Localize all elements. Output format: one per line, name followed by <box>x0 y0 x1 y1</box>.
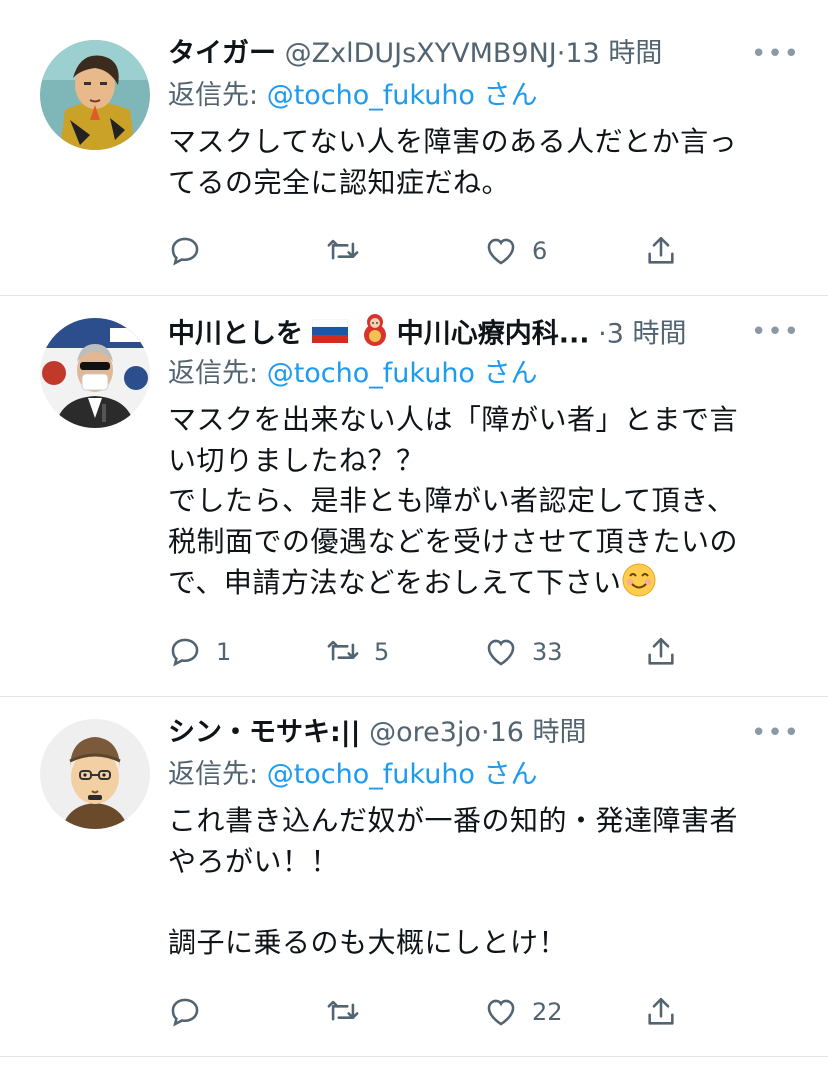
retweet-button[interactable]: 5 <box>326 632 389 672</box>
user-handle[interactable]: @ore3jo <box>369 717 481 748</box>
tweet-actions: 22 <box>168 992 688 1032</box>
tweet-2[interactable]: 中川としを 中川心療内科... ·3 時間 ••• 返信先: @tocho_fu… <box>0 296 828 696</box>
like-button[interactable]: 6 <box>484 231 547 271</box>
reply-label: 返信先: <box>168 759 259 790</box>
separator-dot: · <box>480 717 490 748</box>
reply-suffix: さん <box>483 759 538 790</box>
share-icon <box>648 637 674 665</box>
retweet-button[interactable] <box>326 231 374 271</box>
timestamp[interactable]: 16 時間 <box>490 717 587 748</box>
reply-mention-link[interactable]: @tocho_fukuho <box>267 358 475 389</box>
tweet-text: これ書き込んだ奴が一番の知的・発達障害者 やろがい！！ 調子に乗るのも大概にしと… <box>168 804 739 959</box>
like-count: 33 <box>532 638 563 666</box>
more-options-icon[interactable]: ••• <box>751 312 800 352</box>
like-icon <box>487 639 515 666</box>
tweet-header: 中川としを 中川心療内科... ·3 時間 ••• <box>168 312 800 352</box>
smiling-face-icon <box>621 562 657 610</box>
reply-suffix: さん <box>483 358 538 389</box>
retweet-icon <box>327 239 359 260</box>
reply-mention-link[interactable]: @tocho_fukuho <box>267 759 475 790</box>
reply-context: 返信先: @tocho_fukuho さん <box>168 76 800 116</box>
more-options-icon[interactable]: ••• <box>751 713 800 753</box>
like-button[interactable]: 22 <box>484 992 563 1032</box>
russia-flag-icon <box>311 315 348 355</box>
separator-dot: · <box>598 318 607 350</box>
display-name[interactable]: シン・モサキ:|| <box>168 717 361 748</box>
like-icon <box>487 238 515 265</box>
divider <box>0 1056 828 1057</box>
reply-context: 返信先: @tocho_fukuho さん <box>168 755 800 795</box>
reply-label: 返信先: <box>168 358 259 389</box>
share-icon <box>648 997 674 1025</box>
retweet-count: 5 <box>374 638 390 666</box>
reply-context: 返信先: @tocho_fukuho さん <box>168 354 800 394</box>
reply-button[interactable]: 1 <box>168 632 231 672</box>
tweet-actions: 6 <box>168 231 688 271</box>
reply-icon <box>171 998 199 1027</box>
tweet-header: タイガー @ZxlDUJsXYVMB9NJ·13 時間 ••• <box>168 34 800 74</box>
like-count: 22 <box>532 998 563 1026</box>
tweet-header: シン・モサキ:|| @ore3jo·16 時間 ••• <box>168 713 800 753</box>
reply-mention-link[interactable]: @tocho_fukuho <box>267 80 475 111</box>
like-count: 6 <box>532 237 548 265</box>
tweet-3[interactable]: シン・モサキ:|| @ore3jo·16 時間 ••• 返信先: @tocho_… <box>0 697 828 1057</box>
reply-icon <box>171 237 199 266</box>
share-button[interactable] <box>644 992 678 1032</box>
reply-button[interactable] <box>168 992 216 1032</box>
avatar[interactable] <box>40 318 150 428</box>
display-name[interactable]: 中川としを <box>168 319 303 350</box>
reply-label: 返信先: <box>168 80 259 111</box>
reply-icon <box>171 638 199 667</box>
retweet-icon <box>327 1000 359 1021</box>
reply-button[interactable] <box>168 231 216 271</box>
like-icon <box>487 999 515 1026</box>
retweet-button[interactable] <box>326 992 374 1032</box>
display-name[interactable]: タイガー <box>168 38 276 69</box>
tweet-text: マスクしてない人を障害のある人だとか言っ てるの完全に認知症だね。 <box>168 125 738 199</box>
avatar[interactable] <box>40 719 150 829</box>
avatar[interactable] <box>40 40 150 150</box>
tweet-actions: 1 5 33 <box>168 632 688 672</box>
more-options-icon[interactable]: ••• <box>751 34 800 74</box>
tweet-1[interactable]: タイガー @ZxlDUJsXYVMB9NJ·13 時間 ••• 返信先: @to… <box>0 0 828 295</box>
display-name-suffix[interactable]: 中川心療内科... <box>397 319 590 350</box>
timestamp[interactable]: 13 時間 <box>565 38 662 69</box>
reply-count: 1 <box>216 638 232 666</box>
reply-suffix: さん <box>483 80 538 111</box>
like-button[interactable]: 33 <box>484 632 563 672</box>
share-icon <box>648 236 674 264</box>
tweet-text: マスクを出来ない人は「障がい者」とまで言 い切りましたね？？ でしたら、是非とも… <box>168 400 800 610</box>
user-handle[interactable]: @ZxlDUJsXYVMB9NJ <box>285 38 557 69</box>
timestamp[interactable]: 3 時間 <box>607 319 687 350</box>
share-button[interactable] <box>644 231 678 271</box>
nesting-doll-icon <box>362 312 388 358</box>
share-button[interactable] <box>644 632 678 672</box>
retweet-icon <box>327 640 359 661</box>
